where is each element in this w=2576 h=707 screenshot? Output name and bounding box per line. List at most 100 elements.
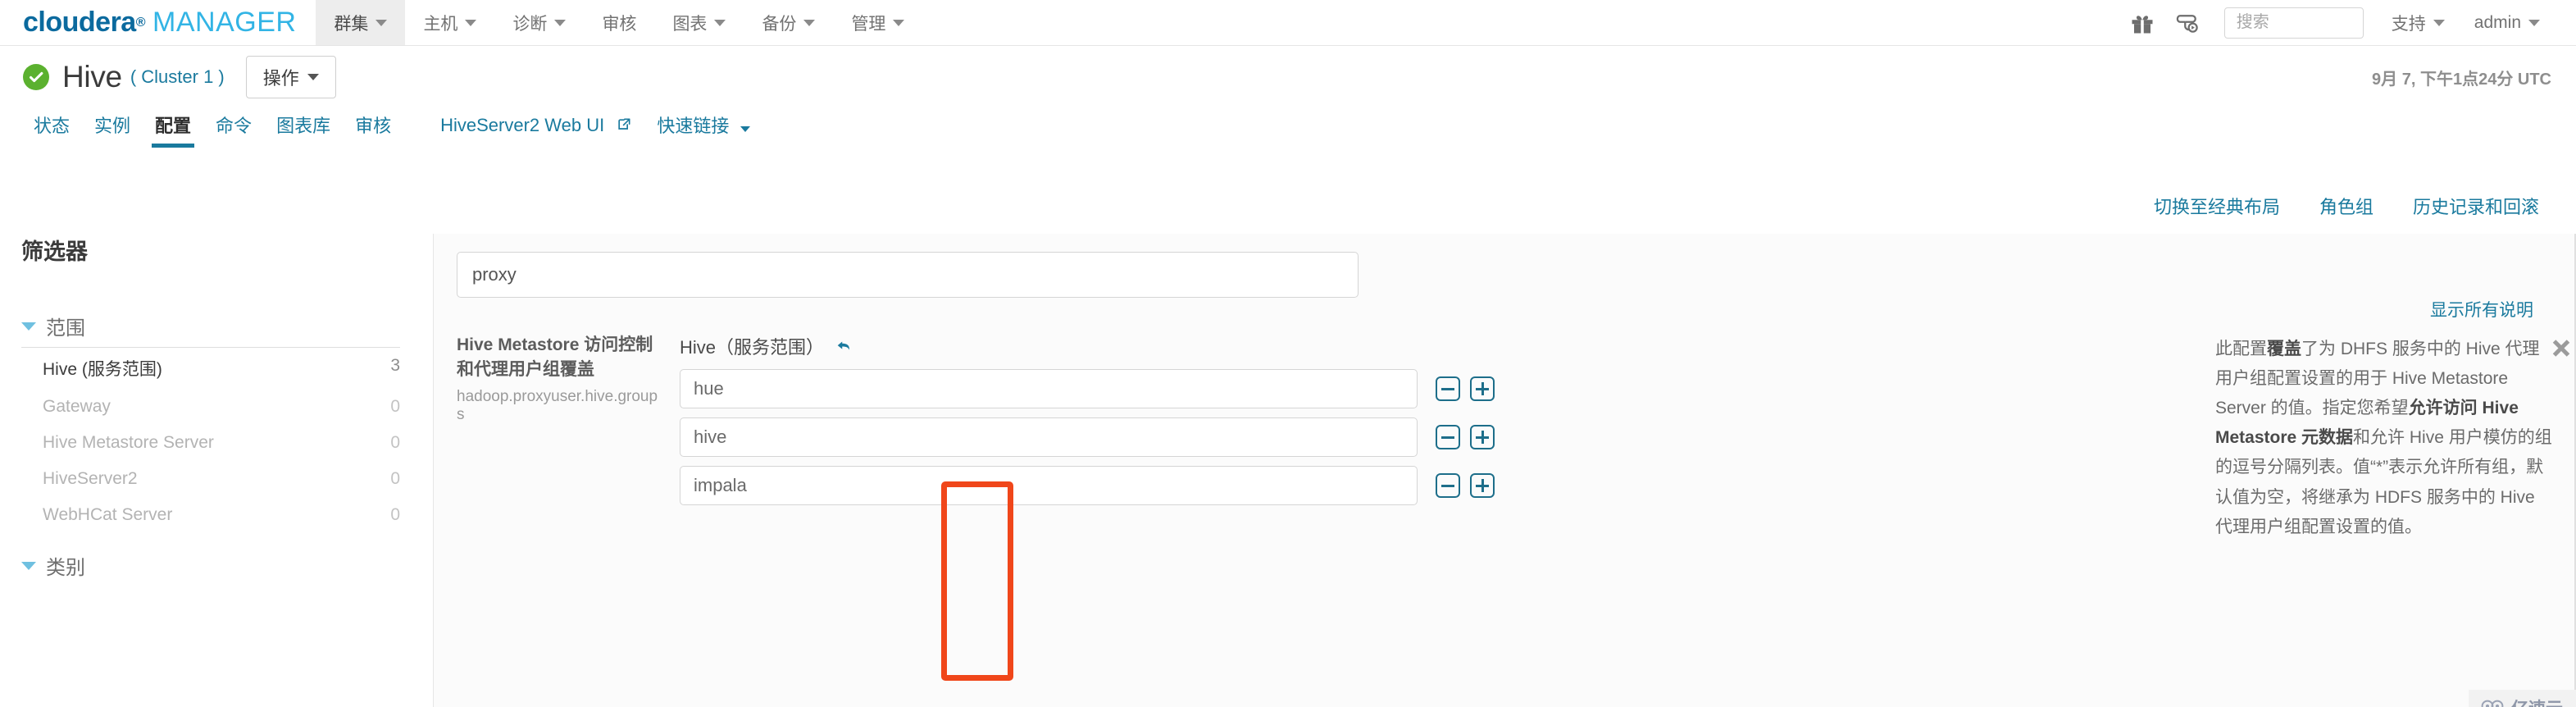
tab-chart-library-label: 图表库 <box>276 116 331 136</box>
sidebar-item-label: Hive Metastore Server <box>43 433 214 452</box>
undo-arrow-icon[interactable] <box>834 337 855 355</box>
tab-quick-links[interactable]: 快速链接 <box>644 112 762 148</box>
role-groups-link[interactable]: 角色组 <box>2319 193 2373 219</box>
configuration-panel: Hive Metastore 访问控制和代理用户组覆盖 hadoop.proxy… <box>433 234 2576 707</box>
page-title: Hive <box>62 60 122 94</box>
nav-item-backup-label: 备份 <box>762 14 797 34</box>
filter-group-category-label: 类别 <box>46 557 85 579</box>
nav-item-backup[interactable]: 备份 <box>744 0 833 45</box>
yisuyun-logo-icon <box>2480 699 2505 707</box>
sidebar-item-hiveserver2[interactable]: HiveServer2 0 <box>21 461 400 497</box>
service-header: Hive ( Cluster 1 ) 操作 9月 7, 下午1点24分 UTC <box>0 46 2576 108</box>
actions-button[interactable]: 操作 <box>245 56 336 98</box>
nav-item-hosts[interactable]: 主机 <box>405 0 494 45</box>
tab-status[interactable]: 状态 <box>21 112 82 148</box>
config-value-row <box>680 417 2196 457</box>
filter-group-category-header[interactable]: 类别 <box>21 551 400 580</box>
config-scope-line: Hive（服务范围） <box>680 333 2196 359</box>
tab-commands-label: 命令 <box>216 116 253 136</box>
tab-instances[interactable]: 实例 <box>82 112 143 148</box>
nav-item-clusters[interactable]: 群集 <box>316 0 406 45</box>
top-navigation-bar: cloudera® MANAGER 群集 主机 诊断 审核 图表 备份 管理 <box>0 0 2576 46</box>
nav-item-diagnostics-label: 诊断 <box>512 14 548 34</box>
sidebar-item-webhcat-server[interactable]: WebHCat Server 0 <box>21 497 400 533</box>
sidebar-item-label: Gateway <box>43 397 111 416</box>
show-all-descriptions-link[interactable]: 显示所有说明 <box>2430 297 2533 322</box>
config-value-input-1[interactable] <box>680 369 1418 408</box>
tab-configuration-label: 配置 <box>155 116 192 136</box>
page-body: 筛选器 范围 Hive (服务范围) 3 Gateway 0 Hive Meta… <box>0 219 2576 707</box>
service-tab-bar: 状态 实例 配置 命令 图表库 审核 HiveServer2 Web UI 快速… <box>0 108 2576 148</box>
sidebar-item-count: 0 <box>390 397 400 416</box>
nav-item-audits[interactable]: 审核 <box>584 0 654 45</box>
tab-audits-label: 审核 <box>355 116 392 136</box>
chevron-down-icon <box>2433 19 2445 26</box>
nav-item-clusters-label: 群集 <box>334 14 369 34</box>
tab-chart-library[interactable]: 图表库 <box>264 112 343 148</box>
config-value-input-3[interactable] <box>680 466 1418 505</box>
nav-item-audits-label: 审核 <box>602 14 637 34</box>
watermark-yisuyun-badge: 亿速云 <box>2469 690 2576 707</box>
chevron-down-icon <box>554 19 567 26</box>
chevron-down-icon <box>375 19 388 26</box>
sidebar-item-hive-service-wide[interactable]: Hive (服务范围) 3 <box>21 348 400 389</box>
config-description-block: 显示所有说明 此配置覆盖了为 DHFS 服务中的 Hive 代理用户组配置设置的… <box>2215 301 2576 542</box>
filter-group-scope-header[interactable]: 范围 <box>21 312 400 348</box>
close-icon[interactable] <box>2550 336 2573 359</box>
cluster-link[interactable]: ( Cluster 1 ) <box>130 66 225 88</box>
chevron-down-icon <box>21 322 36 331</box>
sidebar-item-label: Hive (服务范围) <box>43 360 162 379</box>
minus-icon[interactable] <box>1436 425 1460 449</box>
nav-item-administration-label: 管理 <box>851 14 886 34</box>
support-menu[interactable]: 支持 <box>2377 11 2460 35</box>
cloudera-manager-logo[interactable]: cloudera ® MANAGER <box>0 0 316 45</box>
tab-hiveserver2-web-ui-label: HiveServer2 Web UI <box>440 115 605 135</box>
minus-icon[interactable] <box>1436 376 1460 401</box>
config-value-row <box>680 466 2196 505</box>
user-menu[interactable]: admin <box>2460 13 2555 33</box>
top-nav-right-group: 支持 admin <box>2119 0 2576 45</box>
sidebar-item-count: 0 <box>390 469 400 488</box>
nav-item-charts-label: 图表 <box>672 14 708 34</box>
logo-manager-text: MANAGER <box>152 7 297 38</box>
chevron-down-icon <box>2528 19 2540 26</box>
config-description-text: 此配置覆盖了为 DHFS 服务中的 Hive 代理用户组配置设置的用于 Hive… <box>2215 333 2555 542</box>
sidebar-item-hive-metastore-server[interactable]: Hive Metastore Server 0 <box>21 425 400 461</box>
nav-item-hosts-label: 主机 <box>423 14 458 34</box>
nav-item-diagnostics[interactable]: 诊断 <box>494 0 584 45</box>
parcel-scroll-icon[interactable] <box>2165 0 2211 46</box>
switch-to-classic-layout-link[interactable]: 切换至经典布局 <box>2154 193 2280 219</box>
plus-icon[interactable] <box>1470 473 1495 498</box>
config-value-input-2[interactable] <box>680 417 1418 457</box>
config-search-bar <box>434 252 2576 298</box>
sidebar-item-label: HiveServer2 <box>43 469 138 488</box>
gift-icon[interactable] <box>2119 0 2165 46</box>
tab-commands[interactable]: 命令 <box>203 112 264 148</box>
nav-item-administration[interactable]: 管理 <box>833 0 922 45</box>
minus-icon[interactable] <box>1436 473 1460 498</box>
external-link-icon <box>616 116 632 138</box>
logo-cloudera-text: cloudera <box>23 7 136 38</box>
config-property-row: Hive Metastore 访问控制和代理用户组覆盖 hadoop.proxy… <box>434 298 2576 542</box>
config-scope-label: Hive（服务范围） <box>680 337 825 358</box>
global-search-box[interactable] <box>2223 7 2364 39</box>
search-input[interactable] <box>2236 13 2351 32</box>
filter-group-scope-label: 范围 <box>46 317 85 340</box>
tab-audits[interactable]: 审核 <box>343 112 403 148</box>
config-search-input[interactable] <box>457 252 1359 298</box>
chevron-down-icon <box>803 19 816 26</box>
plus-icon[interactable] <box>1470 425 1495 449</box>
green-check-circle-icon <box>23 64 49 90</box>
sidebar-item-gateway[interactable]: Gateway 0 <box>21 389 400 425</box>
history-and-rollback-link[interactable]: 历史记录和回滚 <box>2413 193 2539 219</box>
config-property-label-block: Hive Metastore 访问控制和代理用户组覆盖 hadoop.proxy… <box>457 333 680 542</box>
filters-sidebar: 筛选器 范围 Hive (服务范围) 3 Gateway 0 Hive Meta… <box>0 234 433 707</box>
config-property-key: hadoop.proxyuser.hive.groups <box>457 387 658 423</box>
tab-status-label: 状态 <box>34 116 71 136</box>
tab-configuration[interactable]: 配置 <box>143 112 203 148</box>
plus-icon[interactable] <box>1470 376 1495 401</box>
tab-hiveserver2-web-ui[interactable]: HiveServer2 Web UI <box>428 115 644 148</box>
nav-item-charts[interactable]: 图表 <box>654 0 744 45</box>
support-menu-label: 支持 <box>2391 14 2426 34</box>
chevron-down-icon <box>21 561 36 570</box>
